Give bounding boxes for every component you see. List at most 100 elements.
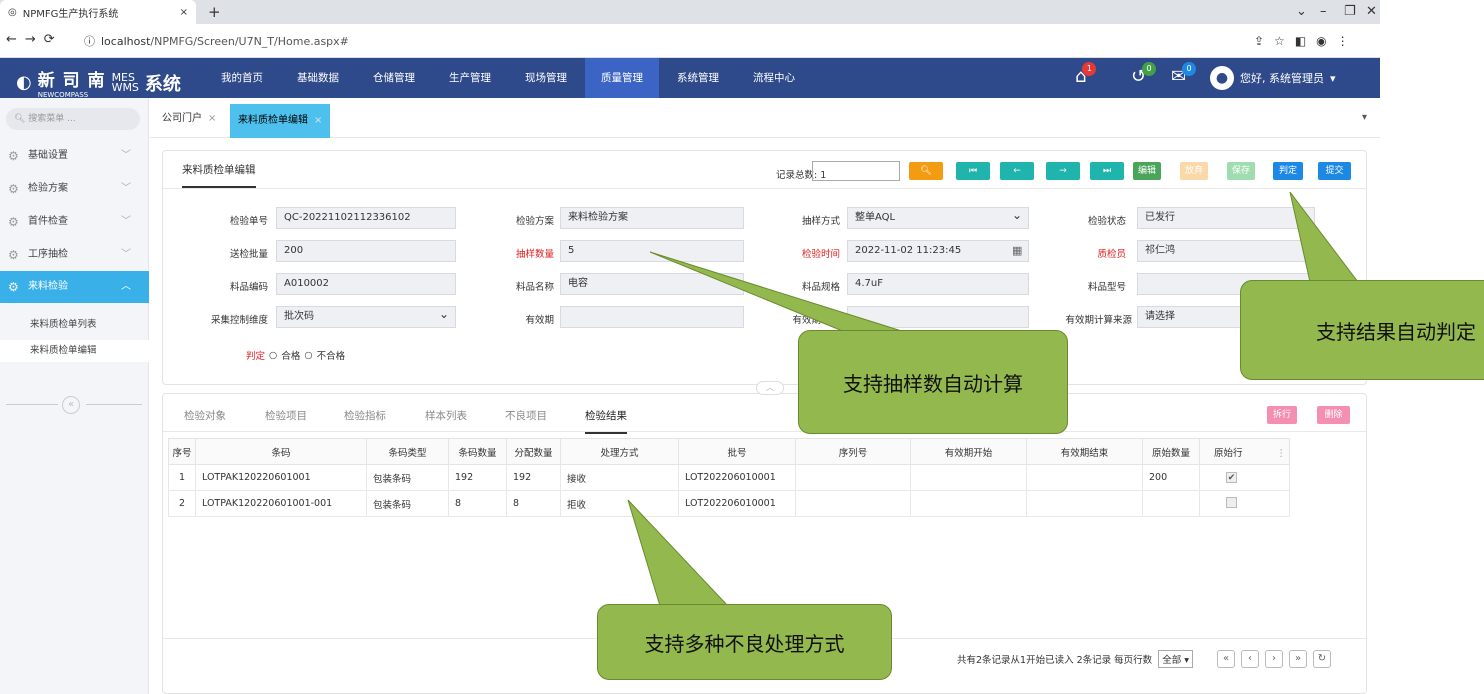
original-row-checkbox[interactable]	[1226, 496, 1237, 508]
tab-inspect-item[interactable]: 检验项目	[265, 408, 307, 423]
sidebar-item-incoming-inspection[interactable]: ⚙ 来料检验 ︿	[0, 271, 149, 303]
save-button[interactable]: 保存	[1227, 162, 1255, 180]
history-icon[interactable]: ↺ 0	[1131, 62, 1157, 87]
collapse-form-icon[interactable]: ︿	[756, 381, 784, 395]
table-cell[interactable]: 接收	[560, 464, 679, 491]
url-field[interactable]: ⓘ localhost /NPMFG/Screen/U7N_T/Home.asp…	[84, 30, 1344, 52]
column-header[interactable]: 序列号	[795, 438, 911, 465]
submit-button[interactable]: 提交	[1318, 162, 1351, 180]
last-record-button[interactable]: ⏭	[1090, 162, 1124, 180]
column-header[interactable]: 有效期开始	[910, 438, 1027, 465]
user-menu[interactable]: ● 您好, 系统管理员 ▾	[1210, 66, 1336, 90]
tabs-dropdown-icon[interactable]: ▾	[1362, 112, 1367, 123]
sidebar-item-basic-settings[interactable]: ⚙ 基础设置 ﹀	[0, 140, 149, 172]
browser-actions[interactable]: ⇪☆◧◉⋮	[1254, 34, 1359, 48]
browser-tab[interactable]: ◎ NPMFG生产执行系统 ×	[0, 0, 196, 24]
table-row[interactable]: 2 LOTPAK120220601001-001 包装条码 8 8 拒收 LOT…	[168, 490, 1290, 517]
logo-system: 系统	[144, 73, 181, 95]
delete-row-button[interactable]: 删除	[1317, 406, 1350, 424]
next-record-button[interactable]: →	[1046, 162, 1080, 180]
split-row-button[interactable]: 拆行	[1267, 406, 1297, 424]
tab-inspect-index[interactable]: 检验指标	[344, 408, 386, 423]
last-page-button[interactable]: »	[1289, 650, 1307, 668]
close-tab-icon[interactable]: ×	[180, 7, 188, 18]
tab-sample-list[interactable]: 样本列表	[425, 408, 467, 423]
collapse-sidebar-icon[interactable]: «	[62, 396, 80, 414]
column-header[interactable]: 条码类型	[366, 438, 449, 465]
column-header[interactable]: 原始行 ⋮	[1199, 438, 1290, 465]
nav-quality[interactable]: 质量管理	[585, 58, 659, 98]
first-record-button[interactable]: ⏮	[956, 162, 990, 180]
item-code-field[interactable]: A010002	[276, 273, 456, 295]
menu-search-input[interactable]: 🔍︎ 搜索菜单 ...	[6, 108, 140, 130]
validity-field[interactable]	[560, 306, 744, 328]
inspect-no-field[interactable]: QC-20221102112336102	[276, 207, 456, 229]
mail-icon[interactable]: ✉ 0	[1171, 62, 1197, 87]
close-icon[interactable]: ×	[208, 113, 216, 124]
more-icon[interactable]: ⋮	[1277, 448, 1287, 459]
field-label: 检验方案	[515, 216, 554, 227]
radio-pass[interactable]: ○	[269, 350, 277, 361]
collect-select[interactable]: 批次码	[276, 304, 456, 328]
column-header[interactable]: 有效期结束	[1026, 438, 1143, 465]
column-header[interactable]: 序号	[168, 438, 196, 465]
column-header[interactable]: 原始数量	[1142, 438, 1200, 465]
nav-warehouse[interactable]: 仓储管理	[357, 58, 431, 98]
chevron-down-icon[interactable]: ⌄	[1296, 4, 1307, 19]
sidebar-subitem-list[interactable]: 来料质检单列表	[0, 314, 149, 336]
discard-button[interactable]: 放弃	[1180, 162, 1208, 180]
calendar-icon[interactable]: ▦	[1012, 244, 1022, 257]
column-header[interactable]: 处理方式	[560, 438, 679, 465]
inspector-field[interactable]: 祁仁鸿	[1137, 240, 1315, 262]
close-window-button[interactable]: ✕	[1366, 4, 1377, 19]
nav-shopfloor[interactable]: 现场管理	[509, 58, 583, 98]
column-header[interactable]: 条码	[195, 438, 367, 465]
prev-record-button[interactable]: ←	[1000, 162, 1034, 180]
column-header[interactable]: 条码数量	[448, 438, 507, 465]
sidebar-item-inspection-scheme[interactable]: ⚙ 检验方案 ﹀	[0, 173, 149, 205]
minimize-button[interactable]: –	[1320, 4, 1327, 19]
tab-defect-items[interactable]: 不良项目	[505, 408, 547, 423]
sidebar-item-process-sampling[interactable]: ⚙ 工序抽检 ﹀	[0, 239, 149, 271]
page-size-select[interactable]: 全部 ▾	[1158, 650, 1193, 668]
inspect-time-field[interactable]: 2022-11-02 11:23:45	[847, 240, 1029, 262]
status-field[interactable]: 已发行	[1137, 207, 1315, 229]
batch-field[interactable]: 200	[276, 240, 456, 262]
record-jump-input[interactable]	[812, 161, 900, 181]
judge-button[interactable]: 判定	[1273, 162, 1303, 180]
item-name-field[interactable]: 电容	[560, 273, 744, 295]
sidebar-item-first-article[interactable]: ⚙ 首件检查 ﹀	[0, 206, 149, 238]
nav-home[interactable]: 我的首页	[205, 58, 279, 98]
item-spec-field[interactable]: 4.7uF	[847, 273, 1029, 295]
column-header[interactable]: 批号	[678, 438, 796, 465]
search-button[interactable]: 🔍︎	[909, 162, 943, 180]
nav-arrows[interactable]: ←→⟳	[6, 32, 63, 47]
radio-fail[interactable]: ○	[304, 350, 312, 361]
sampling-select[interactable]: 整单AQL	[847, 205, 1029, 229]
tab-company-portal[interactable]: 公司门户 ×	[156, 108, 222, 138]
table-row[interactable]: 1 LOTPAK120220601001 包装条码 192 192 接收 LOT…	[168, 464, 1290, 491]
table-cell[interactable]: 拒收	[560, 490, 679, 517]
first-page-button[interactable]: «	[1217, 650, 1235, 668]
home-icon[interactable]: ⌂ 1	[1075, 62, 1097, 87]
original-row-checkbox[interactable]: ✔	[1226, 472, 1237, 483]
nav-system[interactable]: 系统管理	[661, 58, 735, 98]
sample-qty-field[interactable]: 5	[560, 240, 744, 262]
nav-workflow[interactable]: 流程中心	[737, 58, 811, 98]
tab-inspect-object[interactable]: 检验对象	[184, 408, 226, 423]
new-tab-button[interactable]: +	[208, 3, 221, 21]
tab-incoming-edit[interactable]: 来料质检单编辑 ×	[230, 104, 331, 138]
nav-basic-data[interactable]: 基础数据	[281, 58, 355, 98]
sidebar-subitem-edit[interactable]: 来料质检单编辑	[0, 340, 149, 362]
scheme-field[interactable]: 来料检验方案	[560, 207, 744, 229]
user-greeting: 您好, 系统管理员	[1240, 72, 1324, 85]
close-icon[interactable]: ×	[314, 115, 322, 126]
nav-production[interactable]: 生产管理	[433, 58, 507, 98]
edit-button[interactable]: 编辑	[1133, 162, 1161, 180]
column-header[interactable]: 分配数量	[506, 438, 561, 465]
prev-page-button[interactable]: ‹	[1241, 650, 1259, 668]
refresh-icon[interactable]: ↻	[1313, 650, 1331, 668]
maximize-button[interactable]: ❐	[1344, 4, 1356, 19]
next-page-button[interactable]: ›	[1265, 650, 1283, 668]
validity-unit-field[interactable]	[847, 306, 1029, 328]
